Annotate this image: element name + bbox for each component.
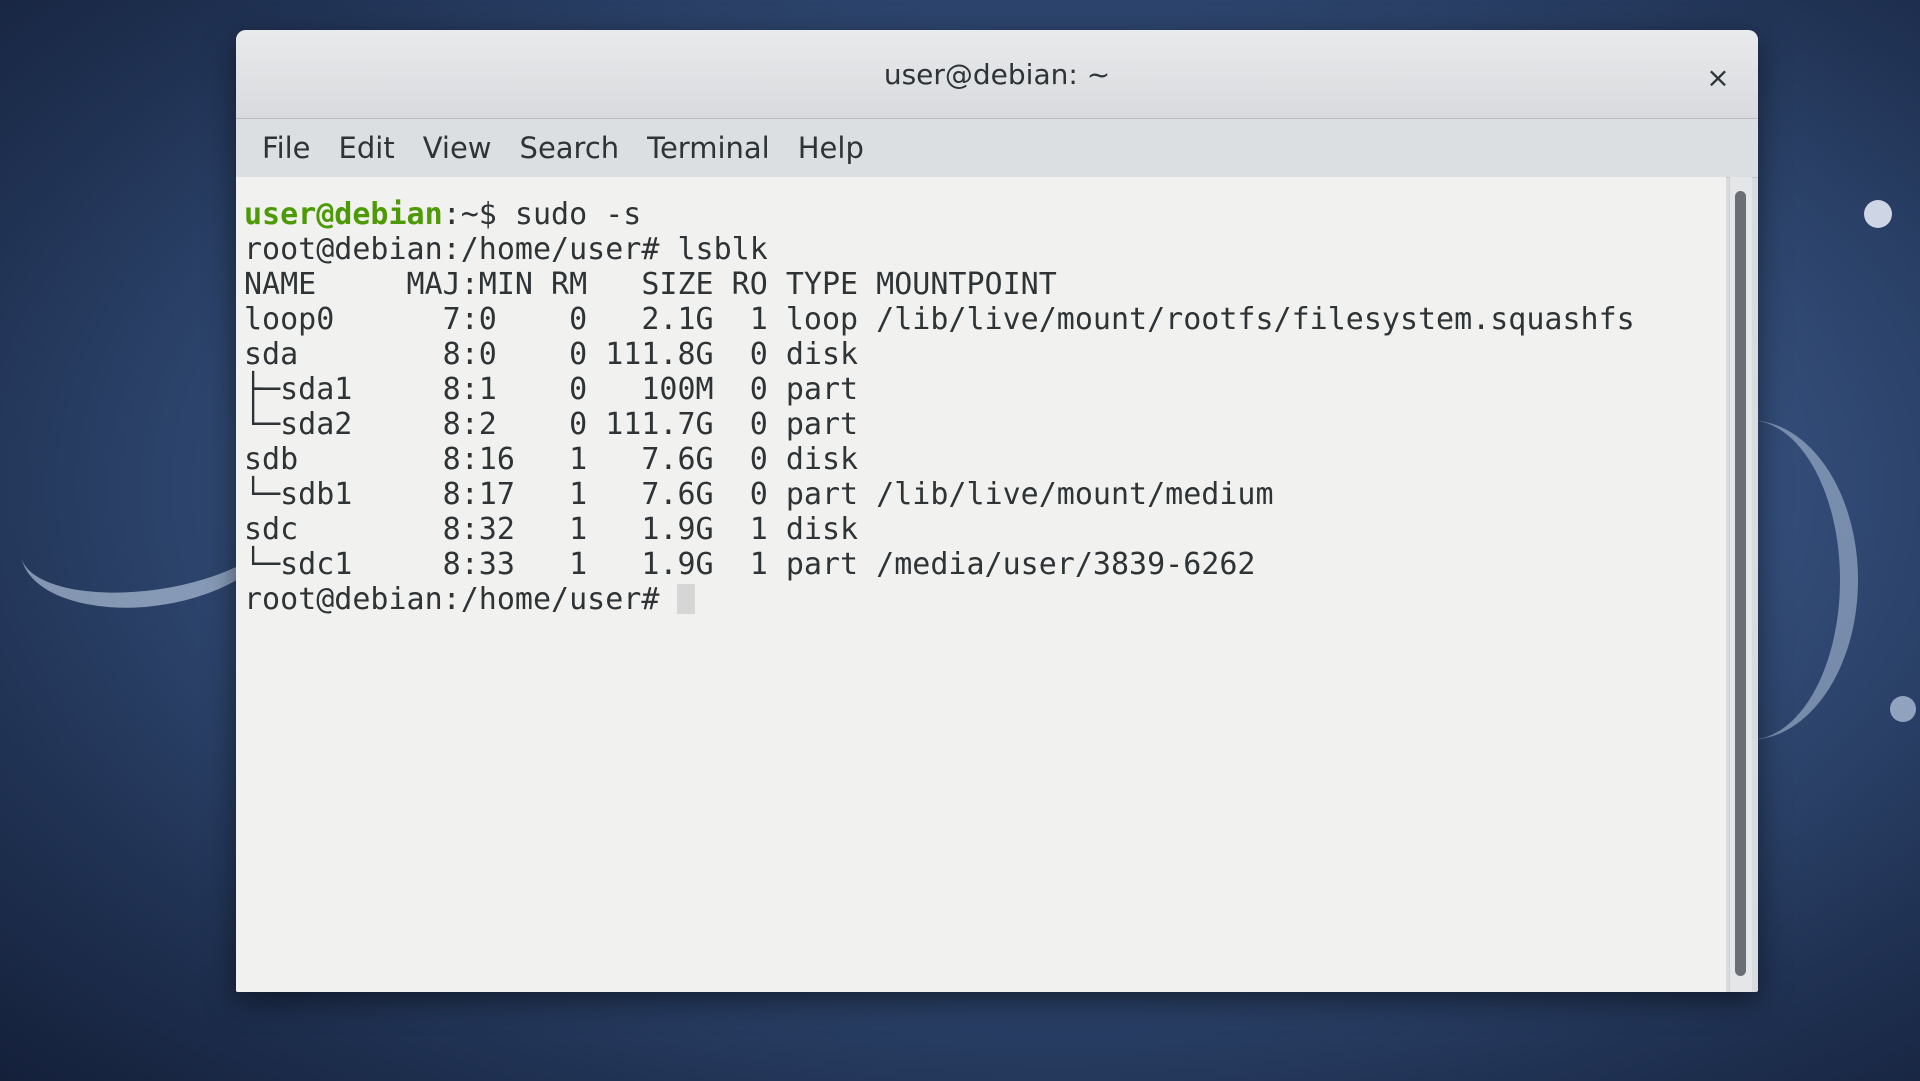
- lsblk-row: ├─sda1 8:1 0 100M 0 part: [244, 372, 859, 407]
- terminal-window: user@debian: ~ × File Edit View Search T…: [236, 30, 1758, 992]
- current-prompt: root@debian:/home/user#: [244, 582, 678, 617]
- prompt-user-host: user@debian: [244, 197, 443, 232]
- text-cursor: [677, 584, 696, 614]
- lsblk-row: sdc 8:32 1 1.9G 1 disk: [244, 512, 859, 547]
- scrollbar[interactable]: [1729, 177, 1752, 992]
- menu-view[interactable]: View: [409, 131, 506, 165]
- terminal-line: user@debian:~$ sudo -s: [244, 197, 1726, 232]
- window-title: user@debian: ~: [883, 58, 1111, 91]
- menu-terminal[interactable]: Terminal: [633, 131, 784, 165]
- menu-file[interactable]: File: [248, 131, 325, 165]
- lsblk-row: loop0 7:0 0 2.1G 1 loop /lib/live/mount/…: [244, 302, 1635, 337]
- lsblk-header: NAME MAJ:MIN RM SIZE RO TYPE MOUNTPOINT: [244, 267, 1057, 302]
- desktop-dot: [1864, 200, 1892, 228]
- desktop-dot: [1890, 696, 1916, 722]
- command-text: :~$ sudo -s: [442, 197, 642, 232]
- menu-help[interactable]: Help: [784, 131, 878, 165]
- scrollbar-thumb[interactable]: [1735, 191, 1746, 976]
- lsblk-row: └─sdb1 8:17 1 7.6G 0 part /lib/live/moun…: [244, 477, 1274, 512]
- lsblk-row: sda 8:0 0 111.8G 0 disk: [244, 337, 859, 372]
- terminal-output[interactable]: user@debian:~$ sudo -s root@debian:/home…: [236, 177, 1726, 992]
- terminal-line: root@debian:/home/user# lsblk: [244, 232, 768, 267]
- close-button[interactable]: ×: [1700, 60, 1736, 96]
- lsblk-row: sdb 8:16 1 7.6G 0 disk: [244, 442, 859, 477]
- menu-bar: File Edit View Search Terminal Help: [236, 119, 1758, 178]
- title-bar[interactable]: user@debian: ~ ×: [236, 30, 1758, 119]
- menu-search[interactable]: Search: [506, 131, 634, 165]
- lsblk-row: └─sda2 8:2 0 111.7G 0 part: [244, 407, 859, 442]
- menu-edit[interactable]: Edit: [325, 131, 409, 165]
- terminal-line: root@debian:/home/user#: [244, 582, 1726, 617]
- lsblk-row: └─sdc1 8:33 1 1.9G 1 part /media/user/38…: [244, 547, 1256, 582]
